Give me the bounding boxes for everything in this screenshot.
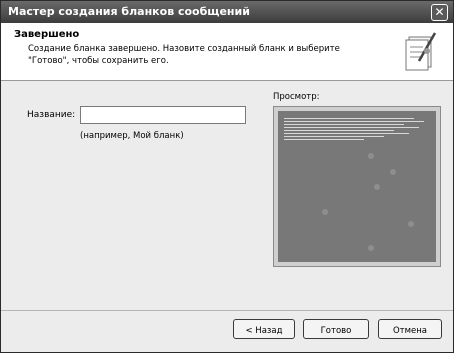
preview-pane	[273, 106, 441, 267]
cancel-button[interactable]: Отмена	[378, 319, 442, 339]
preview-decoration	[368, 153, 374, 159]
preview-decoration	[408, 221, 414, 227]
preview-text-line	[284, 133, 409, 134]
name-input[interactable]	[80, 106, 246, 124]
preview-text-line	[284, 136, 384, 137]
preview-decoration	[368, 245, 374, 251]
preview-decoration	[374, 184, 380, 190]
preview-text-line	[284, 127, 419, 128]
stationery-wizard-icon	[405, 32, 437, 71]
back-button[interactable]: < Назад	[233, 319, 295, 339]
description-line-1: Создание бланка завершено. Назовите созд…	[28, 44, 340, 54]
preview-decoration	[390, 169, 396, 175]
name-example-hint: (например, Мой бланк)	[80, 131, 184, 141]
preview-text-line	[284, 121, 424, 122]
title-bar[interactable]: Мастер создания бланков сообщений ✕	[1, 1, 453, 23]
finish-button[interactable]: Готово	[303, 319, 369, 339]
window-title: Мастер создания бланков сообщений	[8, 5, 250, 18]
wizard-window: Мастер создания бланков сообщений ✕ Заве…	[0, 0, 454, 353]
preview-label: Просмотр:	[273, 92, 320, 102]
wizard-header: Завершено Создание бланка завершено. Наз…	[1, 23, 453, 81]
preview-text-line	[284, 130, 394, 131]
preview-text-line	[284, 139, 364, 140]
button-separator	[1, 310, 453, 311]
page-description: Создание бланка завершено. Назовите созд…	[28, 43, 378, 67]
page-title: Завершено	[14, 29, 80, 40]
preview-text-line	[284, 124, 404, 125]
preview-decoration	[322, 209, 328, 215]
close-icon[interactable]: ✕	[431, 4, 448, 21]
name-label: Название:	[27, 110, 76, 120]
preview-image	[278, 111, 436, 262]
preview-text-line	[284, 118, 414, 119]
description-line-2: "Готово", чтобы сохранить его.	[28, 56, 169, 66]
